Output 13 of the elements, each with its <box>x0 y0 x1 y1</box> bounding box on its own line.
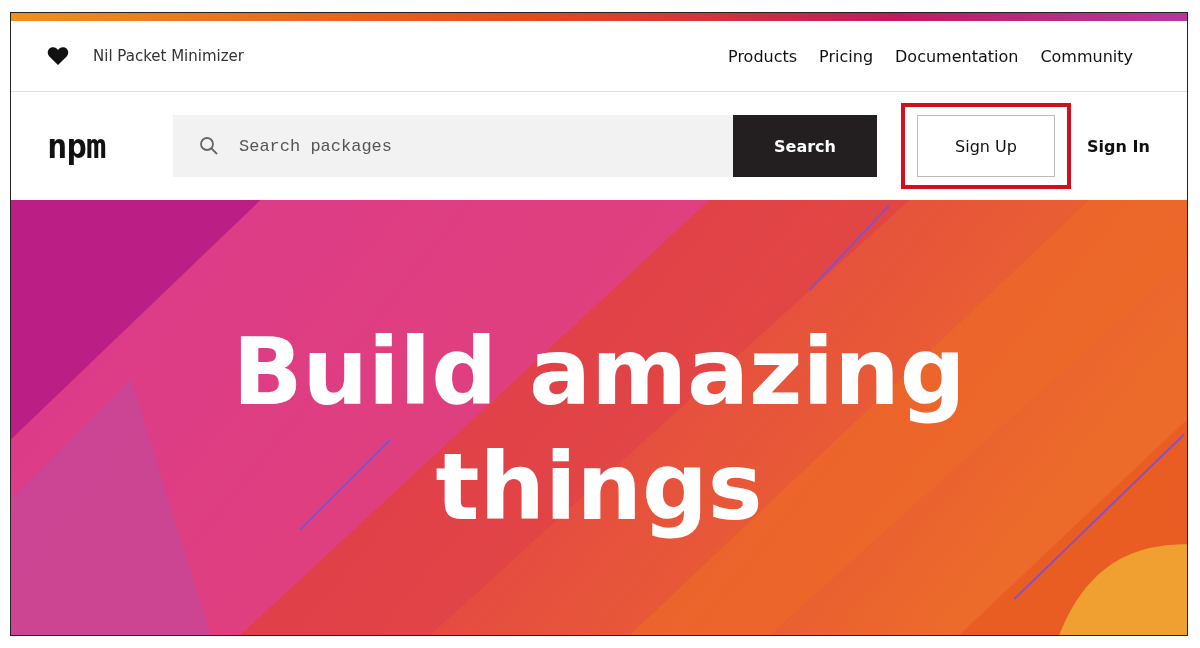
sign-up-button[interactable]: Sign Up <box>917 115 1055 177</box>
search-field[interactable]: Search packages <box>173 115 733 177</box>
hero-headline: Build amazing <box>232 317 966 428</box>
hero-headline: things <box>435 432 763 543</box>
search-button[interactable]: Search <box>733 115 877 177</box>
sign-in-link[interactable]: Sign In <box>1081 135 1156 157</box>
nav-link[interactable]: Community <box>1040 46 1133 66</box>
nav-link[interactable]: Pricing <box>819 46 874 66</box>
nav-link[interactable]: Products <box>728 46 798 66</box>
tagline: Nil Packet Minimizer <box>93 47 244 65</box>
logo[interactable]: npm <box>47 126 173 166</box>
nav-link[interactable]: Documentation <box>895 46 1019 66</box>
heart-icon <box>47 46 69 66</box>
